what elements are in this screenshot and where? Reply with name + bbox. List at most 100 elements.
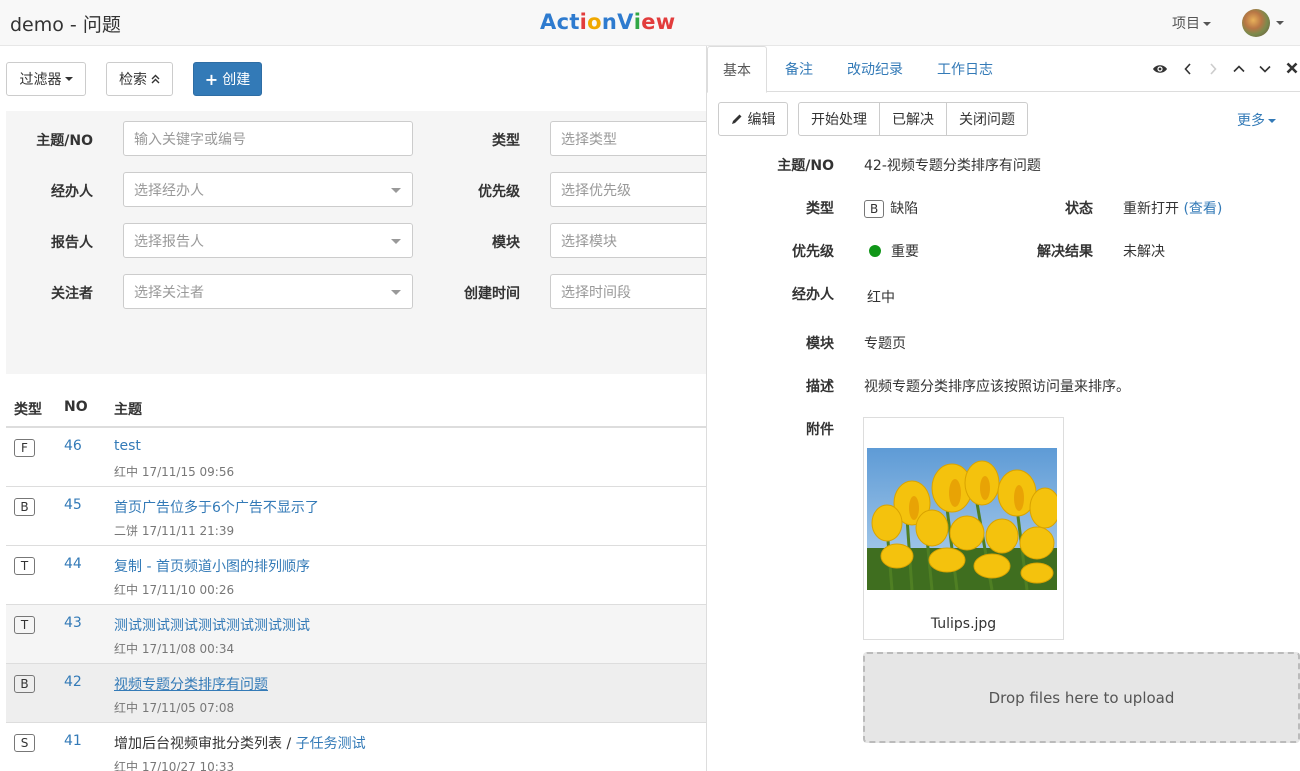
- project-menu-label: 项目: [1172, 16, 1200, 32]
- table-row[interactable]: T 44 复制 - 首页频道小图的排列顺序 红中 17/11/10 00:26: [6, 546, 706, 605]
- logo-letter: A: [540, 10, 557, 34]
- assignee-filter-placeholder: 选择经办人: [134, 182, 204, 199]
- chevron-down-icon[interactable]: [1259, 65, 1271, 73]
- attachment-card[interactable]: Tulips.jpg: [863, 417, 1064, 640]
- issue-subtask-link[interactable]: 子任务测试: [296, 736, 366, 752]
- resolution-label: 解决结果: [1037, 244, 1093, 260]
- created-filter-select[interactable]: 选择时间段: [550, 274, 710, 309]
- search-toggle-label: 检索: [119, 72, 147, 88]
- filter-button[interactable]: 过滤器: [6, 62, 86, 96]
- project-menu[interactable]: 项目: [1172, 13, 1211, 33]
- tab-comments[interactable]: 备注: [770, 46, 828, 92]
- close-icon[interactable]: [1286, 62, 1298, 74]
- chevron-left-icon[interactable]: [1184, 63, 1192, 75]
- issue-no-link[interactable]: 41: [64, 733, 82, 749]
- tab-basic[interactable]: 基本: [707, 46, 767, 93]
- issue-title-link[interactable]: 复制 - 首页频道小图的排列顺序: [114, 556, 310, 576]
- assignee-value[interactable]: 红中: [867, 287, 895, 307]
- attachment-thumbnail[interactable]: [867, 448, 1057, 590]
- description-label: 描述: [806, 379, 834, 395]
- issue-no-link[interactable]: 44: [64, 556, 82, 572]
- watcher-filter-select[interactable]: 选择关注者: [123, 274, 413, 309]
- priority-filter-label: 优先级: [478, 184, 520, 200]
- issue-type-badge: B: [14, 675, 35, 693]
- issue-no-link[interactable]: 43: [64, 615, 82, 631]
- resolve-button[interactable]: 已解决: [879, 102, 947, 136]
- eye-icon[interactable]: [1152, 63, 1168, 75]
- issue-no-link[interactable]: 46: [64, 438, 82, 454]
- attachment-filename[interactable]: Tulips.jpg: [864, 616, 1063, 632]
- priority-label: 优先级: [792, 244, 834, 260]
- issue-no-link[interactable]: 42: [64, 674, 82, 690]
- column-header-no[interactable]: NO: [64, 399, 88, 415]
- attachment-label: 附件: [806, 422, 834, 438]
- column-header-type[interactable]: 类型: [14, 399, 42, 419]
- subject-filter-label: 主题/NO: [36, 133, 93, 149]
- module-filter-select[interactable]: 选择模块: [550, 223, 710, 258]
- status-value-text: 重新打开: [1123, 201, 1179, 217]
- table-row[interactable]: B 45 首页广告位多于6个广告不显示了 二饼 17/11/11 21:39: [6, 487, 706, 546]
- logo-letter: c: [556, 10, 570, 34]
- issue-title-separator: /: [282, 736, 296, 752]
- create-button[interactable]: + 创建: [193, 62, 262, 96]
- issue-title-link[interactable]: 首页广告位多于6个广告不显示了: [114, 497, 319, 517]
- issue-parent-title[interactable]: 增加后台视频审批分类列表: [114, 736, 282, 752]
- table-row[interactable]: S 41 增加后台视频审批分类列表 / 子任务测试 红中 17/10/27 10…: [6, 723, 706, 771]
- chevron-down-icon: [1268, 119, 1276, 123]
- priority-filter-placeholder: 选择优先级: [561, 182, 631, 199]
- issue-no-link[interactable]: 45: [64, 497, 82, 513]
- actionview-logo[interactable]: ActionView: [540, 10, 675, 34]
- chevron-down-icon: [1203, 22, 1211, 26]
- type-filter-select[interactable]: 选择类型: [550, 121, 710, 156]
- issue-type-badge: T: [14, 616, 35, 634]
- logo-letter: o: [587, 10, 602, 34]
- priority-value: 重要: [869, 241, 919, 261]
- detail-tabs: 基本 备注 改动纪录 工作日志: [707, 46, 1300, 93]
- issue-meta: 红中 17/11/05 07:08: [114, 701, 235, 715]
- logo-letter: n: [601, 10, 618, 34]
- edit-button[interactable]: 编辑: [718, 102, 788, 136]
- table-row[interactable]: T 43 测试测试测试测试测试测试测试 红中 17/11/08 00:34: [6, 605, 706, 664]
- table-row-selected[interactable]: B 42 视频专题分类排序有问题 红中 17/11/05 07:08: [6, 664, 706, 723]
- created-filter-placeholder: 选择时间段: [561, 284, 631, 301]
- type-value: B 缺陷: [864, 198, 918, 218]
- issue-list-header: 类型 NO 主题: [6, 390, 706, 428]
- reporter-filter-select[interactable]: 选择报告人: [123, 223, 413, 258]
- close-issue-button[interactable]: 关闭问题: [946, 102, 1028, 136]
- file-dropzone[interactable]: Drop files here to upload: [863, 652, 1300, 743]
- start-progress-button[interactable]: 开始处理: [798, 102, 880, 136]
- pencil-icon: [731, 114, 741, 124]
- issue-meta: 红中 17/10/27 10:33: [114, 760, 235, 771]
- watcher-filter-label: 关注者: [51, 286, 93, 302]
- status-value: 重新打开 (查看): [1123, 198, 1222, 218]
- table-row[interactable]: F 46 test 红中 17/11/15 09:56: [6, 428, 706, 487]
- tab-history[interactable]: 改动纪录: [832, 46, 918, 92]
- resolve-label: 已解决: [892, 112, 934, 128]
- chevron-right-icon[interactable]: [1209, 63, 1217, 75]
- issue-title-link[interactable]: 测试测试测试测试测试测试测试: [114, 615, 310, 635]
- avatar: [1242, 9, 1270, 37]
- priority-filter-select[interactable]: 选择优先级: [550, 172, 710, 207]
- assignee-label: 经办人: [792, 287, 834, 303]
- module-label: 模块: [806, 336, 834, 352]
- chevron-up-icon[interactable]: [1233, 65, 1245, 73]
- user-menu[interactable]: [1242, 9, 1284, 37]
- status-label: 状态: [1065, 201, 1093, 217]
- subject-label: 主题/NO: [777, 158, 834, 174]
- more-actions-dropdown[interactable]: 更多: [1237, 110, 1276, 130]
- logo-letter: i: [579, 10, 588, 34]
- view-workflow-link[interactable]: (查看): [1183, 201, 1222, 217]
- chevron-down-icon: [64, 77, 73, 81]
- module-filter-label: 模块: [492, 235, 520, 251]
- created-filter-label: 创建时间: [464, 286, 520, 302]
- search-toggle-button[interactable]: 检索: [106, 62, 173, 96]
- logo-letter: t: [569, 10, 580, 34]
- dropdown-arrow-icon: [391, 239, 401, 244]
- close-issue-label: 关闭问题: [959, 112, 1015, 128]
- issue-title-link[interactable]: test: [114, 438, 141, 454]
- issue-title-link[interactable]: 视频专题分类排序有问题: [114, 674, 268, 694]
- tab-worklog[interactable]: 工作日志: [922, 46, 1008, 92]
- column-header-subject[interactable]: 主题: [114, 399, 142, 419]
- assignee-filter-select[interactable]: 选择经办人: [123, 172, 413, 207]
- subject-filter-input[interactable]: 输入关键字或编号: [123, 121, 413, 156]
